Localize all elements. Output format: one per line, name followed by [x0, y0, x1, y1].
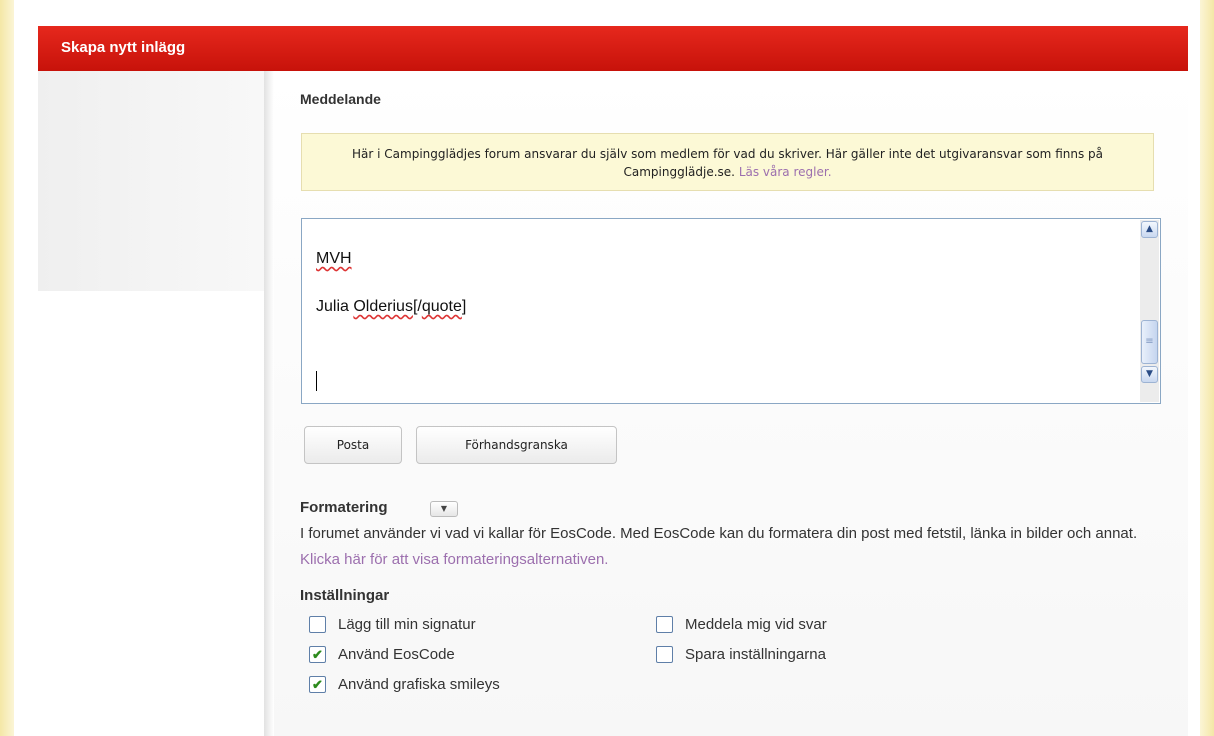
editor-line-2-name: Julia — [316, 298, 354, 315]
option-label: Använd grafiska smileys — [338, 676, 500, 693]
notify-checkbox[interactable] — [656, 616, 673, 633]
scroll-up-icon[interactable]: ▲ — [1141, 221, 1158, 238]
option-label: Spara inställningarna — [685, 646, 826, 663]
panel-title: Skapa nytt inlägg — [38, 26, 1188, 71]
eoscode-checkbox[interactable]: ✔ — [309, 646, 326, 663]
rules-link[interactable]: Läs våra regler. — [739, 165, 832, 179]
message-label: Meddelande — [300, 91, 381, 107]
editor-line-2-tag-open: [/ — [412, 298, 422, 315]
editor-line-2-tag-close: ] — [461, 298, 467, 315]
user-info-column — [38, 71, 264, 291]
new-post-panel: Skapa nytt inlägg Meddelande Här i Campi… — [38, 26, 1188, 736]
formatting-link[interactable]: Klicka här för att visa formateringsalte… — [300, 551, 608, 568]
option-label: Lägg till min signatur — [338, 616, 476, 633]
message-textarea[interactable]: MVH Julia Olderius[/quote] ▲ ≡ ▼ — [301, 218, 1161, 404]
option-label: Meddela mig vid svar — [685, 616, 827, 633]
option-label: Använd EosCode — [338, 646, 455, 663]
page-background-left — [0, 0, 14, 736]
editor-line-1: MVH — [316, 250, 352, 267]
forum-notice: Här i Campingglädjes forum ansvarar du s… — [301, 133, 1154, 191]
scroll-thumb[interactable]: ≡ — [1141, 320, 1158, 364]
post-form: Meddelande Här i Campingglädjes forum an… — [274, 71, 1188, 736]
preview-button[interactable]: Förhandsgranska — [416, 426, 617, 464]
post-button[interactable]: Posta — [304, 426, 402, 464]
smileys-checkbox[interactable]: ✔ — [309, 676, 326, 693]
editor-scrollbar[interactable]: ▲ ≡ ▼ — [1140, 220, 1159, 402]
chevron-down-icon[interactable]: ▼ — [430, 501, 458, 517]
formatting-title: Formatering — [300, 499, 388, 516]
editor-line-2-surname: Olderius — [353, 298, 413, 315]
formatting-text: I forumet använder vi vad vi kallar för … — [300, 525, 1138, 542]
settings-title: Inställningar — [300, 587, 390, 604]
column-divider — [264, 71, 274, 736]
save-settings-checkbox[interactable] — [656, 646, 673, 663]
message-content: MVH Julia Olderius[/quote] — [316, 249, 466, 345]
page-background-right — [1200, 0, 1214, 736]
editor-line-2-tag: quote — [421, 298, 462, 315]
text-caret — [316, 371, 317, 391]
signature-checkbox[interactable] — [309, 616, 326, 633]
scroll-down-icon[interactable]: ▼ — [1141, 366, 1158, 383]
notice-text: Här i Campingglädjes forum ansvarar du s… — [352, 147, 1103, 179]
formatting-description: I forumet använder vi vad vi kallar för … — [300, 521, 1180, 573]
